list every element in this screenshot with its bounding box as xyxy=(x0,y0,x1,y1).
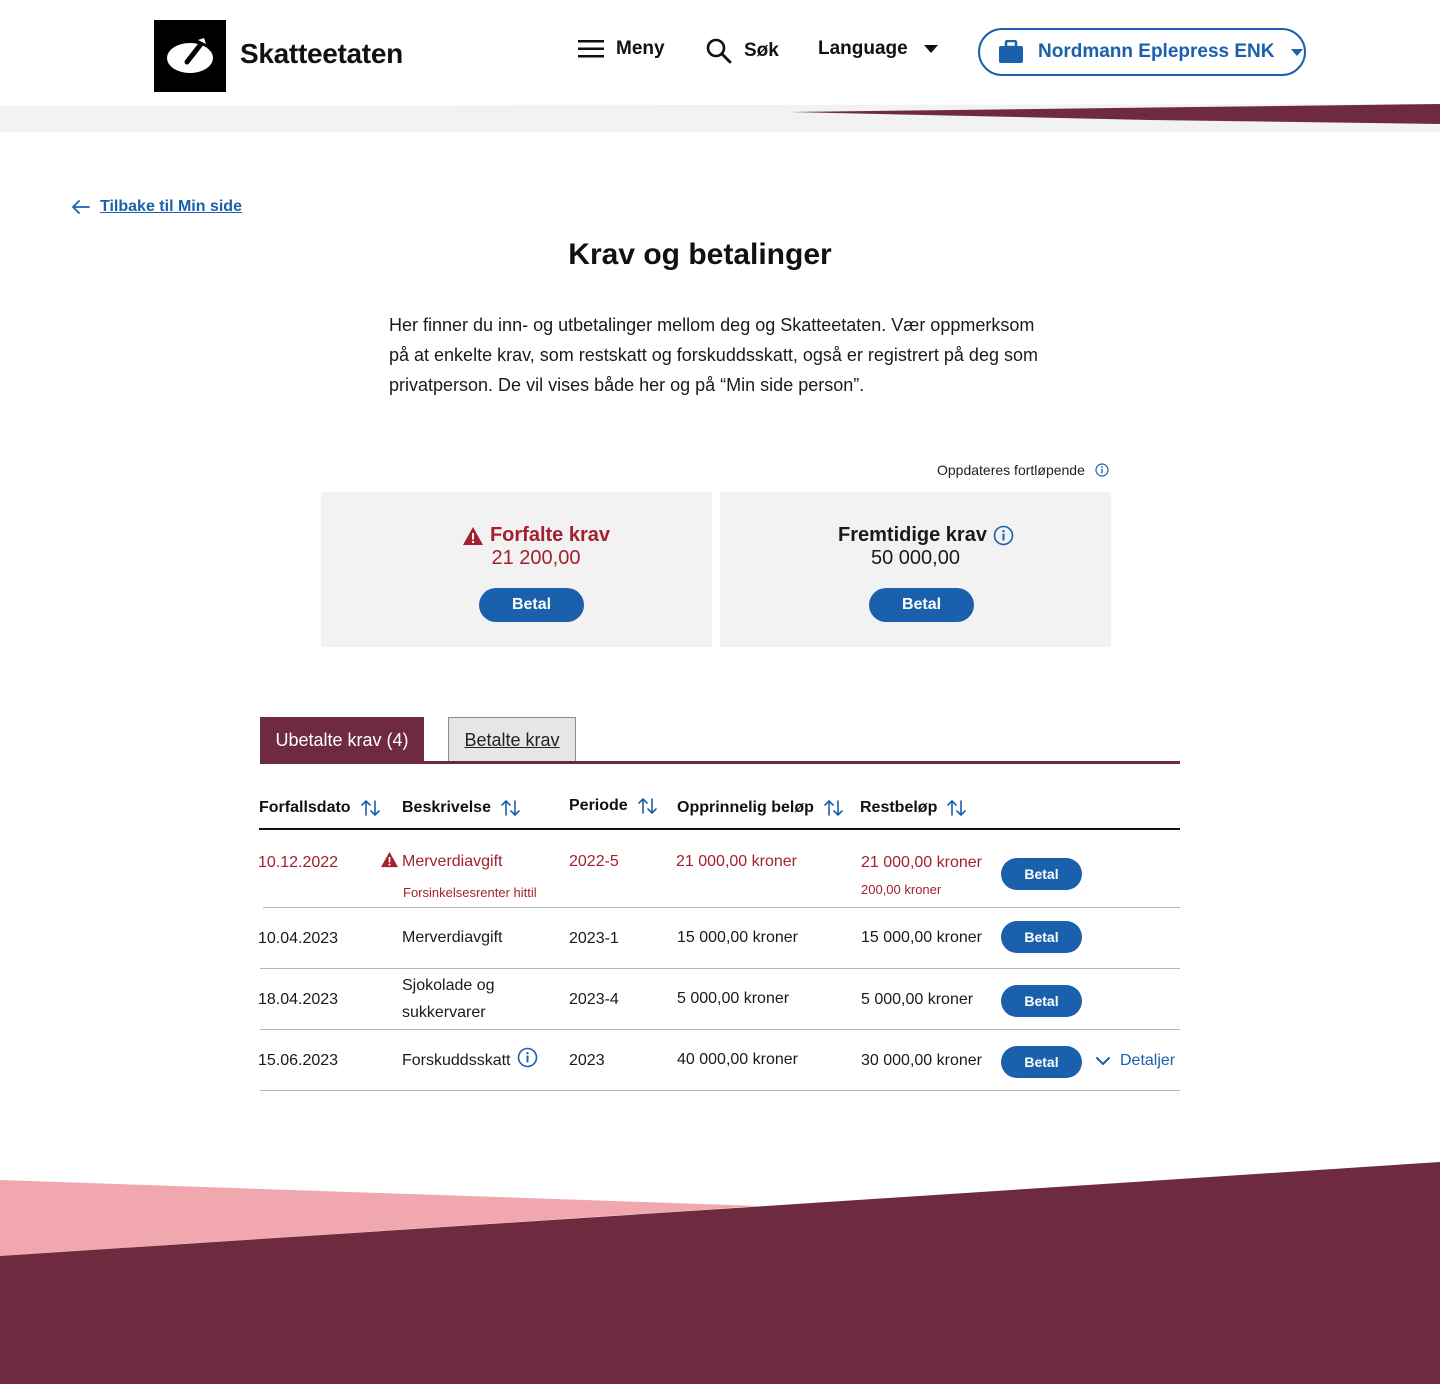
column-description-label: Beskrivelse xyxy=(402,799,491,816)
sort-icon xyxy=(947,799,967,817)
overdue-title: Forfalte krav xyxy=(489,524,611,546)
pay-row-button[interactable]: Betal xyxy=(1001,921,1082,953)
search-label: Søk xyxy=(744,40,779,61)
warning-icon xyxy=(462,526,484,546)
due-date-cell: 15.06.2023 xyxy=(258,1052,339,1069)
menu-icon xyxy=(578,39,604,59)
period-cell: 2023 xyxy=(569,1052,605,1069)
menu-button[interactable]: Meny xyxy=(578,38,665,60)
details-label: Detaljer xyxy=(1120,1052,1176,1069)
overdue-amount: 21 200,00 xyxy=(491,547,581,569)
sort-icon xyxy=(637,797,658,815)
logo-text[interactable]: Skatteetaten xyxy=(240,38,403,70)
language-selector[interactable]: Language xyxy=(818,38,938,60)
remaining-sub-cell: 200,00 kroner xyxy=(861,882,942,897)
info-icon[interactable] xyxy=(517,1047,538,1073)
row-divider xyxy=(260,968,1180,969)
pay-row-button[interactable]: Betal xyxy=(1001,858,1082,890)
overdue-card-header: Forfalte krav xyxy=(321,524,751,547)
overdue-card: Forfalte krav 21 200,00 Betal xyxy=(321,492,712,647)
remaining-amount-cell: 21 000,00 kroner xyxy=(861,854,982,871)
tab-paid[interactable]: Betalte krav xyxy=(448,717,576,762)
language-label: Language xyxy=(818,38,908,59)
description-sub-cell: Forsinkelsesrenter hittil xyxy=(403,885,537,900)
logo-mark[interactable] xyxy=(154,20,226,92)
description-cell: Merverdiavgift xyxy=(402,929,503,946)
column-remaining-label: Restbeløp xyxy=(860,799,938,816)
menu-label: Meny xyxy=(616,38,665,59)
original-amount-cell: 40 000,00 kroner xyxy=(677,1051,798,1068)
period-cell: 2022-5 xyxy=(569,853,619,870)
future-card: Fremtidige krav 50 000,00 Betal xyxy=(720,492,1111,647)
back-link-label: Tilbake til Min side xyxy=(100,198,242,215)
info-icon[interactable] xyxy=(1095,463,1109,477)
due-date-cell: 10.12.2022 xyxy=(258,854,339,871)
info-icon[interactable] xyxy=(993,525,1014,546)
original-amount-cell: 5 000,00 kroner xyxy=(677,990,790,1007)
remaining-amount-cell: 5 000,00 kroner xyxy=(861,991,974,1008)
table-header-divider xyxy=(259,828,1180,830)
due-date-cell: 18.04.2023 xyxy=(258,991,339,1008)
original-amount-cell: 21 000,00 kroner xyxy=(676,853,797,870)
column-due-date[interactable]: Forfallsdato xyxy=(259,799,381,817)
arrow-left-icon xyxy=(72,200,90,214)
original-amount-cell: 15 000,00 kroner xyxy=(677,929,798,946)
period-cell: 2023-1 xyxy=(569,930,619,947)
pay-future-button[interactable]: Betal xyxy=(869,588,974,622)
column-original-amount[interactable]: Opprinnelig beløp xyxy=(677,799,844,817)
header-decoration xyxy=(0,100,1440,132)
column-period[interactable]: Periode xyxy=(569,797,658,815)
warning-icon xyxy=(380,851,399,873)
update-note-text: Oppdateres fortløpende xyxy=(937,462,1085,478)
row-divider xyxy=(263,907,1180,908)
column-description[interactable]: Beskrivelse xyxy=(402,799,521,817)
description-cell-line2: sukkervarer xyxy=(402,1004,486,1021)
tab-unpaid[interactable]: Ubetalte krav (4) xyxy=(260,717,424,763)
intro-text: Her finner du inn- og utbetalinger mello… xyxy=(389,315,1038,395)
remaining-amount-cell: 15 000,00 kroner xyxy=(861,929,982,946)
chevron-down-icon xyxy=(1096,1056,1110,1066)
column-remaining-amount[interactable]: Restbeløp xyxy=(860,799,967,817)
caret-down-icon xyxy=(1290,48,1303,56)
description-cell: Forskuddsskatt xyxy=(402,1052,511,1069)
description-cell: Merverdiavgift xyxy=(402,853,503,870)
pay-row-button[interactable]: Betal xyxy=(1001,985,1082,1017)
sort-icon xyxy=(360,799,381,817)
tab-underline xyxy=(260,761,1180,764)
description-cell-line1: Sjokolade og xyxy=(402,977,495,994)
logo-icon xyxy=(167,38,213,73)
search-icon xyxy=(706,38,732,64)
column-due-date-label: Forfallsdato xyxy=(259,799,351,816)
details-toggle[interactable]: Detaljer xyxy=(1096,1052,1175,1070)
sort-icon xyxy=(501,799,521,817)
future-card-header: Fremtidige krav xyxy=(726,524,1126,547)
back-link[interactable]: Tilbake til Min side xyxy=(72,198,242,216)
caret-down-icon xyxy=(923,45,938,53)
search-button[interactable]: Søk xyxy=(706,38,779,64)
update-note: Oppdateres fortløpende xyxy=(937,462,1109,478)
period-cell: 2023-4 xyxy=(569,991,619,1008)
pay-overdue-button[interactable]: Betal xyxy=(479,588,584,622)
row-divider xyxy=(260,1029,1180,1030)
future-amount: 50 000,00 xyxy=(871,547,960,569)
page-title: Krav og betalinger xyxy=(568,238,832,271)
organization-name: Nordmann Eplepress ENK xyxy=(1038,41,1275,62)
due-date-cell: 10.04.2023 xyxy=(258,930,339,947)
future-title: Fremtidige krav xyxy=(838,524,987,546)
column-original-label: Opprinnelig beløp xyxy=(677,799,814,816)
pay-row-button[interactable]: Betal xyxy=(1001,1046,1082,1078)
sort-icon xyxy=(824,799,844,817)
briefcase-icon xyxy=(998,40,1024,64)
row-divider xyxy=(260,1090,1180,1091)
footer-decoration xyxy=(0,1162,1440,1384)
column-period-label: Periode xyxy=(569,797,628,814)
organization-selector[interactable]: Nordmann Eplepress ENK xyxy=(978,28,1306,76)
remaining-amount-cell: 30 000,00 kroner xyxy=(861,1052,982,1069)
